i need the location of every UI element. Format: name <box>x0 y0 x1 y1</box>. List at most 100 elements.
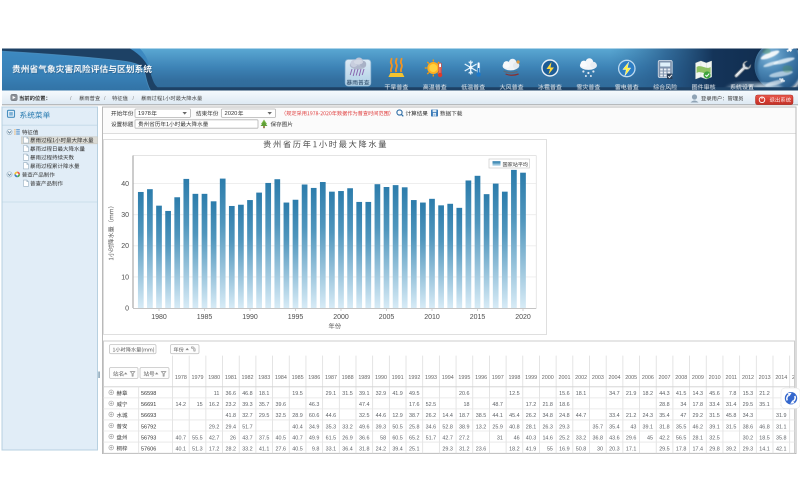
svg-text:26.3: 26.3 <box>542 424 553 430</box>
svg-text:44.1: 44.1 <box>492 413 503 419</box>
svg-text:32.5: 32.5 <box>276 413 287 419</box>
svg-text:1978: 1978 <box>138 111 151 117</box>
svg-text:49.5: 49.5 <box>409 391 420 397</box>
svg-text:41.8: 41.8 <box>226 413 237 419</box>
svg-text:2005: 2005 <box>379 314 395 321</box>
svg-text:18.5: 18.5 <box>759 435 770 441</box>
svg-text:40: 40 <box>121 181 129 188</box>
svg-text:26: 26 <box>230 435 236 441</box>
svg-text:32.7: 32.7 <box>242 413 253 419</box>
svg-text:33.4: 33.4 <box>609 413 620 419</box>
svg-text:50.8: 50.8 <box>576 446 587 452</box>
svg-text:30: 30 <box>597 446 603 452</box>
svg-text:45.4: 45.4 <box>509 413 520 419</box>
svg-text:34: 34 <box>680 402 686 408</box>
svg-text:17.1: 17.1 <box>626 446 637 452</box>
svg-text:33.2: 33.2 <box>342 424 353 430</box>
svg-text:14.6: 14.6 <box>542 435 553 441</box>
svg-text:2020: 2020 <box>225 111 238 117</box>
svg-text:39.3: 39.3 <box>242 402 253 408</box>
svg-text:31.5: 31.5 <box>342 391 353 397</box>
svg-text:31.5: 31.5 <box>709 413 720 419</box>
svg-text:18: 18 <box>464 402 470 408</box>
svg-text:56598: 56598 <box>141 391 156 397</box>
svg-text:40.3: 40.3 <box>526 435 537 441</box>
svg-text:31.1: 31.1 <box>776 424 787 430</box>
svg-text:43.7: 43.7 <box>242 435 253 441</box>
svg-text:33.2: 33.2 <box>242 446 253 452</box>
svg-text:44.6: 44.6 <box>376 413 387 419</box>
svg-text:61.5: 61.5 <box>326 435 337 441</box>
svg-text:2006: 2006 <box>642 375 654 381</box>
svg-text:60.6: 60.6 <box>309 413 320 419</box>
svg-text:31.4: 31.4 <box>726 402 737 408</box>
svg-text:41.9: 41.9 <box>392 391 403 397</box>
svg-text:1979: 1979 <box>192 375 204 381</box>
svg-text:29.2: 29.2 <box>209 424 220 430</box>
svg-text:32.5: 32.5 <box>359 413 370 419</box>
svg-text:37.5: 37.5 <box>259 435 270 441</box>
svg-text:21.9: 21.9 <box>626 391 637 397</box>
svg-text:29.4: 29.4 <box>226 424 237 430</box>
svg-text:17.8: 17.8 <box>676 446 687 452</box>
svg-text:36.4: 36.4 <box>342 446 353 452</box>
svg-text:1981: 1981 <box>225 375 237 381</box>
svg-text:2004: 2004 <box>609 375 621 381</box>
svg-text:38.5: 38.5 <box>476 413 487 419</box>
svg-text:1980: 1980 <box>208 375 220 381</box>
svg-text:7.8: 7.8 <box>729 391 737 397</box>
svg-text:15.6: 15.6 <box>559 391 570 397</box>
svg-text:14.2: 14.2 <box>175 402 186 408</box>
svg-text:2014: 2014 <box>775 375 787 381</box>
svg-text:2009: 2009 <box>692 375 704 381</box>
svg-text:2008: 2008 <box>675 375 687 381</box>
svg-text:1995: 1995 <box>288 314 304 321</box>
svg-text:30.2: 30.2 <box>743 435 754 441</box>
svg-text:23.6: 23.6 <box>476 446 487 452</box>
svg-text:31.5: 31.5 <box>726 424 737 430</box>
svg-text:30: 30 <box>121 212 129 219</box>
svg-text:41.9: 41.9 <box>526 446 537 452</box>
svg-text:46.8: 46.8 <box>759 424 770 430</box>
svg-text:2013: 2013 <box>759 375 771 381</box>
svg-text:40.4: 40.4 <box>292 424 303 430</box>
svg-text:34.3: 34.3 <box>743 413 754 419</box>
svg-text:36.8: 36.8 <box>592 435 603 441</box>
svg-text:46: 46 <box>514 435 520 441</box>
svg-text:20.3: 20.3 <box>609 446 620 452</box>
svg-text:29.5: 29.5 <box>659 446 670 452</box>
svg-text:58: 58 <box>380 435 386 441</box>
svg-text:1998: 1998 <box>508 375 520 381</box>
svg-text:35.5: 35.5 <box>676 424 687 430</box>
svg-text:18.6: 18.6 <box>559 402 570 408</box>
svg-text:1990: 1990 <box>375 375 387 381</box>
svg-text:28.9: 28.9 <box>292 413 303 419</box>
svg-text:35.4: 35.4 <box>609 424 620 430</box>
svg-text:40.5: 40.5 <box>292 446 303 452</box>
svg-text:56691: 56691 <box>141 402 156 408</box>
svg-text:14.1: 14.1 <box>759 446 770 452</box>
svg-text:1987: 1987 <box>325 375 337 381</box>
svg-text:31: 31 <box>497 435 503 441</box>
svg-text:31.8: 31.8 <box>659 424 670 430</box>
svg-text:42.7: 42.7 <box>209 435 220 441</box>
svg-text:31.9: 31.9 <box>776 413 787 419</box>
svg-text:40.1: 40.1 <box>175 446 186 452</box>
svg-text:0: 0 <box>125 305 129 312</box>
svg-text:24.2: 24.2 <box>376 446 387 452</box>
svg-text:65.2: 65.2 <box>409 435 420 441</box>
svg-text:38.7: 38.7 <box>409 413 420 419</box>
svg-text:16.2: 16.2 <box>209 402 220 408</box>
svg-text:24.8: 24.8 <box>559 413 570 419</box>
svg-text:1985: 1985 <box>197 314 213 321</box>
svg-text:25.8: 25.8 <box>409 424 420 430</box>
svg-text:34.8: 34.8 <box>542 413 553 419</box>
svg-text:57606: 57606 <box>141 446 156 452</box>
svg-text:39.1: 39.1 <box>709 424 720 430</box>
svg-text:2000: 2000 <box>542 375 554 381</box>
svg-text:27.2: 27.2 <box>459 435 470 441</box>
svg-text:2007: 2007 <box>659 375 671 381</box>
svg-text:1988: 1988 <box>342 375 354 381</box>
svg-text:44.7: 44.7 <box>576 413 587 419</box>
svg-text:51.7: 51.7 <box>426 435 437 441</box>
